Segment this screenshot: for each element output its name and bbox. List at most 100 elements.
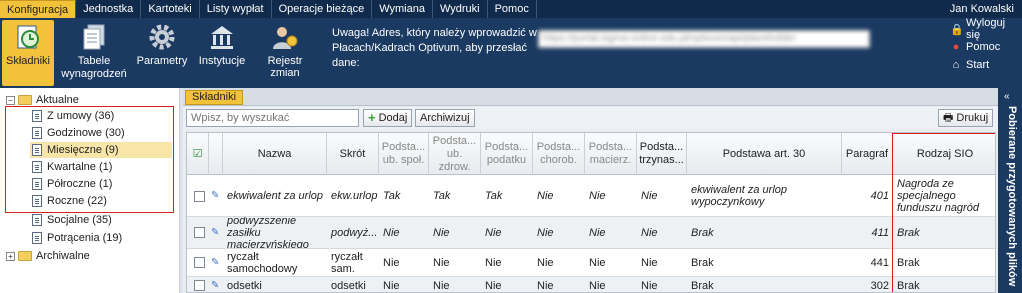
- cell-chorob: Nie: [537, 256, 554, 269]
- menu-konfiguracja[interactable]: Konfiguracja: [0, 0, 77, 18]
- menu-wydruki[interactable]: Wydruki: [433, 0, 488, 18]
- archive-button[interactable]: Archiwizuj: [415, 109, 475, 127]
- cell-ub-zdrow: Nie: [433, 256, 450, 269]
- edit-pencil-icon[interactable]: ✎: [211, 191, 221, 201]
- tree-node-archiwalne[interactable]: + Archiwalne: [6, 248, 90, 264]
- header-podst-spol[interactable]: Podsta... ub. społ.: [379, 133, 429, 175]
- ribbon-skladniki-button[interactable]: Składniki: [2, 20, 54, 86]
- menu-wymiana[interactable]: Wymiana: [372, 0, 433, 18]
- tree-item-socjalne[interactable]: Socjalne (35): [32, 212, 112, 228]
- edit-pencil-icon[interactable]: ✎: [211, 257, 221, 268]
- row-checkbox[interactable]: [194, 190, 205, 202]
- cell-skrot: ekw.urlop: [331, 190, 378, 202]
- edit-pencil-icon[interactable]: ✎: [211, 280, 221, 291]
- menu-operacje-biezace[interactable]: Operacje bieżące: [272, 0, 373, 18]
- ribbon-rejestr-zmian-button[interactable]: Rejestr zmian: [254, 20, 316, 86]
- menu-pomoc[interactable]: Pomoc: [488, 0, 537, 18]
- cell-skrot: odsetki: [331, 279, 366, 292]
- row-checkbox[interactable]: [194, 257, 205, 268]
- cell-ub-zdrow: Nie: [433, 226, 450, 239]
- ribbon-parametry-label: Parametry: [136, 55, 188, 67]
- tree-item-potracenia[interactable]: Potrącenia (19): [32, 230, 122, 246]
- cell-trzynas: Nie: [641, 190, 658, 202]
- cell-ub-spol: Tak: [383, 190, 401, 202]
- header-podst-trzynas[interactable]: Podsta... trzynas...: [637, 133, 687, 175]
- printer-icon: 🖶: [943, 112, 954, 124]
- header-podst-macierz[interactable]: Podsta... macierz.: [585, 133, 637, 175]
- tree-label-archiwalne: Archiwalne: [36, 250, 90, 262]
- header-skrot[interactable]: Skrót: [327, 133, 379, 175]
- table-row[interactable]: ✎ odsetki odsetki Nie Nie Nie Nie Nie Ni…: [187, 277, 995, 292]
- cell-paragraf: 441: [870, 256, 889, 269]
- cell-trzynas: Nie: [641, 256, 658, 269]
- clock-document-icon: [17, 25, 39, 49]
- header-podstawa-art30[interactable]: Podstawa art. 30: [687, 133, 842, 175]
- cell-nazwa: ryczałt samochodowy: [227, 250, 298, 275]
- cell-macierz: Nie: [589, 256, 606, 269]
- table-row[interactable]: ✎ ekwiwalent za urlop ekw.urlop Tak Tak …: [187, 176, 995, 217]
- main-panel: Składniki + Dodaj Archiwizuj 🖶 Drukuj ☑ …: [183, 88, 998, 293]
- cell-skrot: ryczałt sam.: [331, 250, 363, 275]
- ribbon-tabele-button[interactable]: Tabele wynagrodzeń: [61, 20, 127, 86]
- collapse-icon[interactable]: −: [6, 95, 15, 105]
- cell-paragraf: 302: [870, 279, 889, 292]
- header-podst-chorob[interactable]: Podsta... chorob.: [533, 133, 585, 175]
- address-field[interactable]: https://portal.sigma-online.edu.pl/optiv…: [538, 30, 870, 48]
- row-checkbox[interactable]: [194, 227, 205, 238]
- side-panel-title: Pobierane przygotowanych plików: [1006, 106, 1018, 287]
- start-label: Start: [966, 59, 990, 71]
- ribbon-right-links: 🔒 Wyloguj się ● Pomoc ⌂ Start: [950, 17, 1022, 74]
- add-label: Dodaj: [378, 112, 408, 124]
- components-table: ☑ Nazwa Skrót Podsta... ub. społ. Podsta…: [186, 132, 996, 293]
- ribbon-parametry-button[interactable]: Parametry: [136, 20, 188, 86]
- logout-link[interactable]: 🔒 Wyloguj się: [950, 17, 1022, 41]
- cell-skrot: podwyż...: [331, 226, 378, 239]
- header-nazwa[interactable]: Nazwa: [223, 133, 327, 175]
- plus-icon: +: [368, 110, 376, 125]
- expand-icon[interactable]: +: [6, 251, 15, 261]
- start-link[interactable]: ⌂ Start: [950, 56, 1022, 74]
- cell-ub-zdrow: Nie: [433, 279, 450, 292]
- search-input[interactable]: [186, 109, 359, 127]
- edit-pencil-icon[interactable]: ✎: [211, 227, 221, 238]
- tab-strip: Składniki: [183, 88, 998, 106]
- add-button[interactable]: + Dodaj: [363, 109, 413, 127]
- lifebuoy-icon: ●: [952, 41, 960, 53]
- print-label: Drukuj: [956, 112, 989, 124]
- cell-macierz: Nie: [589, 190, 606, 202]
- cell-art30: ekwiwalent za urlop wypoczynkowy: [691, 184, 787, 208]
- cell-nazwa: odsetki: [227, 279, 262, 292]
- ribbon-skladniki-label: Składniki: [5, 55, 51, 67]
- archive-label: Archiwizuj: [420, 112, 470, 124]
- header-paragraf[interactable]: Paragraf: [842, 133, 893, 175]
- cell-macierz: Nie: [589, 226, 606, 239]
- cell-podatku: Tak: [485, 190, 503, 202]
- table-header: ☑ Nazwa Skrót Podsta... ub. społ. Podsta…: [187, 133, 995, 175]
- cell-ub-zdrow: Tak: [433, 190, 451, 202]
- table-row[interactable]: ✎ podwyższenie zasiłku macierzyńskiego p…: [187, 217, 995, 249]
- user-gear-icon: [273, 27, 298, 49]
- print-button[interactable]: 🖶 Drukuj: [938, 109, 994, 127]
- menu-bar: Konfiguracja Jednostka Kartoteki Listy w…: [0, 0, 1022, 18]
- category-tree: − Aktualne Z umowy (36) Godzinowe (30) M…: [0, 88, 180, 293]
- side-panel[interactable]: « Pobierane przygotowanych plików: [998, 88, 1022, 293]
- row-checkbox[interactable]: [194, 280, 205, 291]
- toolbar: + Dodaj Archiwizuj 🖶 Drukuj: [183, 107, 998, 129]
- building-icon: [211, 26, 233, 49]
- highlight-box-rodzaj-sio: [892, 133, 995, 292]
- header-podst-podatku[interactable]: Podsta... podatku: [481, 133, 533, 175]
- ribbon: Składniki Tabele wynagrodzeń Parametry I…: [0, 17, 1022, 88]
- menu-jednostka[interactable]: Jednostka: [76, 0, 142, 18]
- select-all-checkbox[interactable]: ☑: [187, 133, 209, 175]
- tab-skladniki[interactable]: Składniki: [185, 90, 244, 105]
- cell-paragraf: 401: [870, 190, 889, 202]
- menu-kartoteki[interactable]: Kartoteki: [141, 0, 200, 18]
- collapse-chevron-icon[interactable]: «: [1004, 91, 1010, 102]
- cell-ub-spol: Nie: [383, 279, 400, 292]
- cell-chorob: Nie: [537, 226, 554, 239]
- ribbon-instytucje-button[interactable]: Instytucje: [196, 20, 248, 86]
- header-podst-zdrow[interactable]: Podsta... ub. zdrow.: [429, 133, 481, 175]
- table-row[interactable]: ✎ ryczałt samochodowy ryczałt sam. Nie N…: [187, 249, 995, 277]
- menu-listy-wyplat[interactable]: Listy wypłat: [200, 0, 272, 18]
- cell-art30: Brak: [691, 226, 714, 239]
